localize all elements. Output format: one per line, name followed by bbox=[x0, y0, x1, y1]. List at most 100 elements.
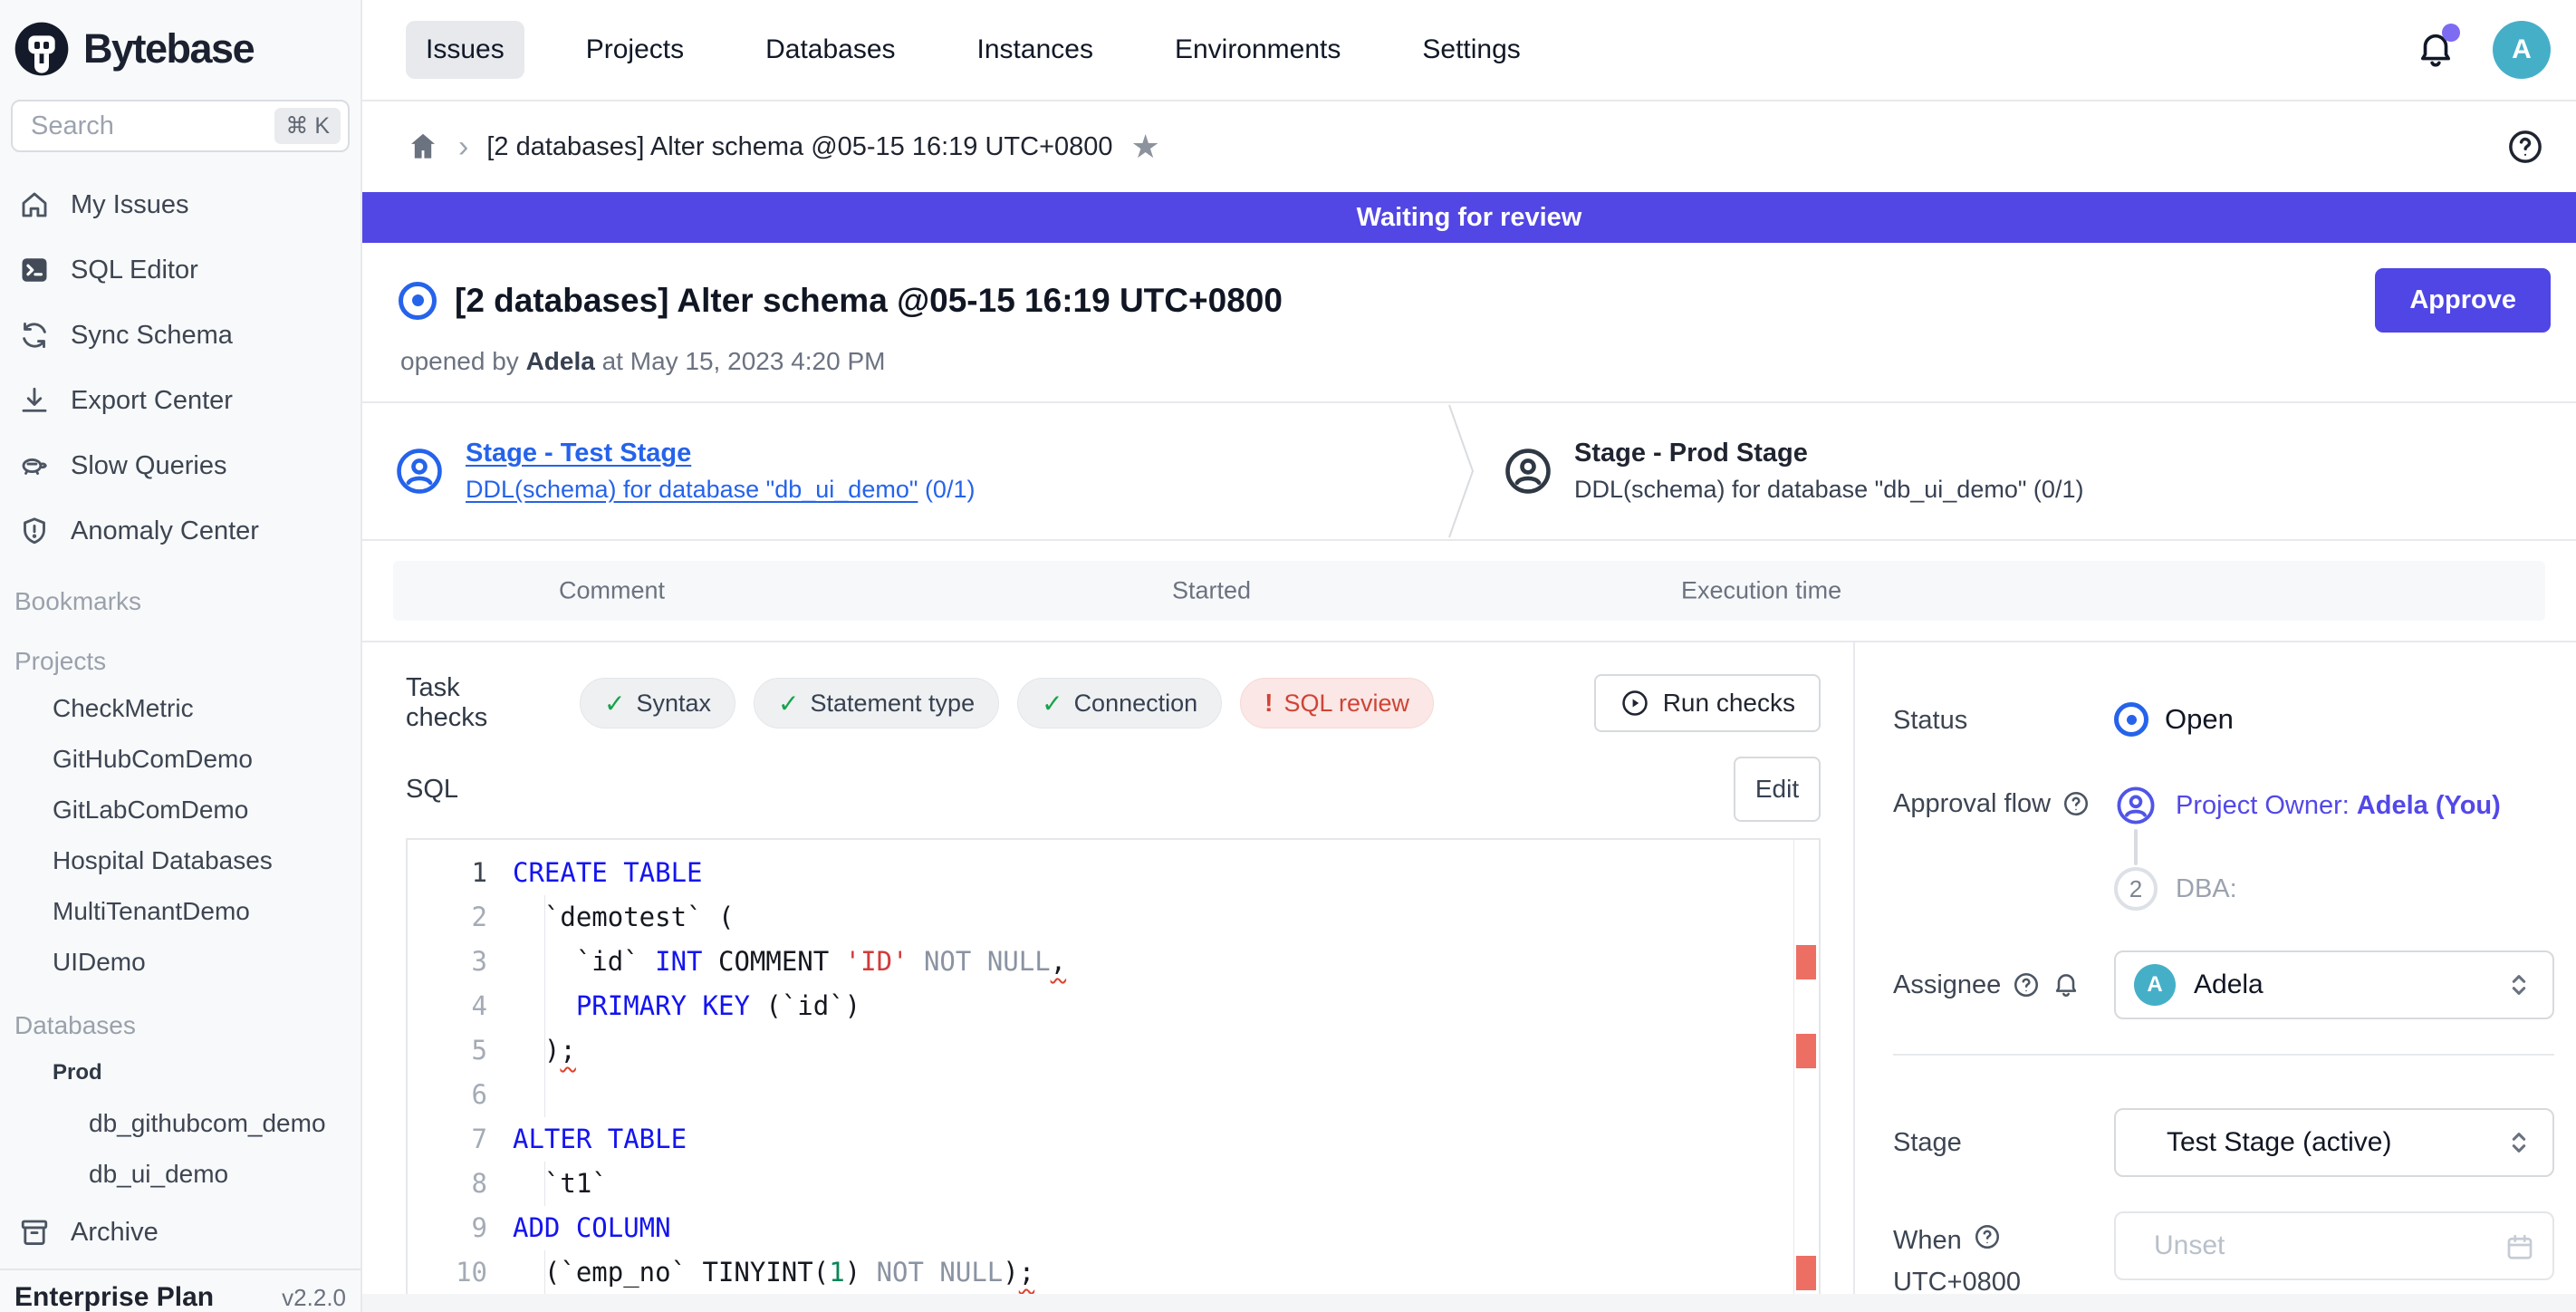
tab-issues[interactable]: Issues bbox=[406, 21, 524, 79]
assignee-select[interactable]: A Adela bbox=[2114, 950, 2554, 1019]
approve-button[interactable]: Approve bbox=[2375, 268, 2551, 333]
bytebase-app: Bytebase ⌘ K My IssuesSQL EditorSync Sch… bbox=[0, 0, 2576, 1312]
issue-title: [2 databases] Alter schema @05-15 16:19 … bbox=[455, 282, 1283, 320]
sidebar-item-label: SQL Editor bbox=[71, 256, 198, 285]
sidebar-item-sql-editor[interactable]: SQL Editor bbox=[0, 237, 360, 303]
code-text: PRIMARY KEY (`id`) bbox=[513, 984, 860, 1028]
sidebar: Bytebase ⌘ K My IssuesSQL EditorSync Sch… bbox=[0, 0, 362, 1312]
assignee-row: Assignee bbox=[1893, 950, 2554, 1019]
code-text: ALTER TABLE bbox=[513, 1117, 687, 1162]
notifications-button[interactable] bbox=[2415, 29, 2456, 71]
assignee-label: Assignee bbox=[1893, 950, 2114, 1019]
run-checks-button[interactable]: Run checks bbox=[1594, 674, 1821, 732]
sidebar-item-anomaly-center[interactable]: Anomaly Center bbox=[0, 498, 360, 564]
run-checks-label: Run checks bbox=[1663, 689, 1795, 718]
tab-databases[interactable]: Databases bbox=[745, 21, 915, 79]
star-icon[interactable]: ★ bbox=[1131, 128, 1160, 166]
stage-task-link[interactable]: DDL(schema) for database "db_ui_demo" (0… bbox=[466, 476, 975, 504]
check-syntax[interactable]: ✓Syntax bbox=[580, 678, 735, 728]
when-datetime-input[interactable] bbox=[2116, 1213, 2552, 1278]
approval-step-1: Project Owner: Adela (You) bbox=[2114, 784, 2554, 827]
sidebar-item-sync-schema[interactable]: Sync Schema bbox=[0, 303, 360, 368]
approval-step-text: Project Owner: Adela (You) bbox=[2176, 791, 2501, 821]
code-line-7: 7ALTER TABLE bbox=[408, 1117, 1819, 1162]
user-avatar[interactable]: A bbox=[2493, 21, 2551, 79]
line-number: 10 bbox=[408, 1250, 487, 1295]
check-connection[interactable]: ✓Connection bbox=[1017, 678, 1222, 728]
sidebar-database-db-githubcom-demo[interactable]: db_githubcom_demo bbox=[0, 1098, 360, 1149]
stage-label: Stage bbox=[1893, 1108, 2114, 1177]
tab-environments[interactable]: Environments bbox=[1155, 21, 1360, 79]
sidebar-item-my-issues[interactable]: My Issues bbox=[0, 172, 360, 237]
home-icon bbox=[18, 188, 51, 221]
code-line-5: 5 ); bbox=[408, 1028, 1819, 1073]
home-icon[interactable] bbox=[406, 130, 440, 164]
tab-settings[interactable]: Settings bbox=[1402, 21, 1540, 79]
status-open-icon bbox=[2114, 702, 2148, 737]
sidebar-item-slow-queries[interactable]: Slow Queries bbox=[0, 433, 360, 498]
person-circle-icon bbox=[2114, 784, 2158, 827]
sidebar-project-githubcomdemo[interactable]: GitHubComDemo bbox=[0, 734, 360, 785]
stage-select[interactable]: Test Stage (active) bbox=[2114, 1108, 2554, 1177]
sidebar-project-uidemo[interactable]: UIDemo bbox=[0, 937, 360, 988]
sidebar-project-hospital-databases[interactable]: Hospital Databases bbox=[0, 835, 360, 886]
sql-header-row: SQL Edit bbox=[406, 757, 1821, 822]
when-datetime-input-wrap bbox=[2114, 1211, 2554, 1280]
line-number: 1 bbox=[408, 851, 487, 895]
sync-icon bbox=[18, 319, 51, 352]
code-text: `demotest` ( bbox=[513, 895, 734, 940]
approval-step-text: DBA: bbox=[2176, 874, 2237, 904]
issue-open-icon bbox=[399, 282, 437, 320]
check-label: SQL review bbox=[1284, 690, 1410, 718]
issue-author: Adela bbox=[526, 347, 595, 375]
code-text: `id` INT COMMENT 'ID' NOT NULL, bbox=[513, 940, 1066, 984]
stage-pipeline: Stage - Test Stage DDL(schema) for databa… bbox=[362, 401, 2576, 541]
turtle-icon bbox=[18, 449, 51, 482]
stage-name: Stage - Test Stage bbox=[466, 439, 975, 468]
export-icon bbox=[18, 384, 51, 417]
sidebar-project-checkmetric[interactable]: CheckMetric bbox=[0, 683, 360, 734]
code-line-6: 6 bbox=[408, 1073, 1819, 1117]
breadcrumb-separator: › bbox=[458, 130, 468, 165]
indent-guide bbox=[544, 984, 545, 1028]
sidebar-item-label: Anomaly Center bbox=[71, 516, 259, 546]
when-help-icon[interactable] bbox=[1973, 1222, 2002, 1259]
assignee-value: Adela bbox=[2194, 970, 2264, 1000]
sidebar-item-archive[interactable]: Archive bbox=[0, 1200, 360, 1265]
approval-role: DBA: bbox=[2176, 874, 2237, 903]
assignee-help-icon[interactable] bbox=[2012, 970, 2041, 1007]
assignee-notify-icon[interactable] bbox=[2052, 970, 2081, 1007]
assignee-avatar: A bbox=[2134, 964, 2176, 1006]
sql-editor[interactable]: 1CREATE TABLE2 `demotest` (3 `id` INT CO… bbox=[406, 838, 1821, 1302]
topbar-right: A bbox=[2415, 21, 2551, 79]
task-checks-label: Task checks bbox=[406, 673, 543, 733]
sidebar-item-label: Export Center bbox=[71, 386, 233, 416]
top-tabs: Issues Projects Databases Instances Environm… bbox=[406, 21, 1541, 79]
sidebar-database-db-ui-demo[interactable]: db_ui_demo bbox=[0, 1149, 360, 1200]
stage-card-stage-test-stage[interactable]: Stage - Test Stage DDL(schema) for databa… bbox=[393, 403, 975, 539]
approval-help-icon[interactable] bbox=[2062, 789, 2091, 825]
line-number: 4 bbox=[408, 984, 487, 1028]
sidebar-item-export-center[interactable]: Export Center bbox=[0, 368, 360, 433]
top-navbar: Issues Projects Databases Instances Environm… bbox=[362, 0, 2576, 101]
status-value: Open bbox=[2114, 700, 2554, 737]
chevron-up-down-icon bbox=[2504, 970, 2534, 1000]
sidebar-project-multitenantdemo[interactable]: MultiTenantDemo bbox=[0, 886, 360, 937]
bottom-strip bbox=[362, 1294, 2576, 1312]
logo-text: Bytebase bbox=[83, 25, 254, 72]
edit-sql-button[interactable]: Edit bbox=[1734, 757, 1821, 822]
check-sql-review[interactable]: !SQL review bbox=[1240, 678, 1434, 728]
approval-flow-row: Approval flow Project Owner: Adela (You)… bbox=[1893, 784, 2554, 911]
logo[interactable]: Bytebase bbox=[0, 0, 360, 91]
tab-projects[interactable]: Projects bbox=[566, 21, 704, 79]
code-line-4: 4 PRIMARY KEY (`id`) bbox=[408, 984, 1819, 1028]
plan-version: v2.2.0 bbox=[282, 1284, 346, 1312]
help-button[interactable] bbox=[2505, 127, 2545, 167]
sidebar-project-gitlabcomdemo[interactable]: GitLabComDemo bbox=[0, 785, 360, 835]
error-marker-line-10 bbox=[1796, 1256, 1816, 1290]
indent-guide bbox=[544, 1162, 545, 1206]
check-statement-type[interactable]: ✓Statement type bbox=[754, 678, 999, 728]
stage-card-stage-prod-stage[interactable]: Stage - Prod StageDDL(schema) for databa… bbox=[1502, 403, 2083, 539]
bookmarks-header: Bookmarks bbox=[0, 564, 360, 623]
tab-instances[interactable]: Instances bbox=[957, 21, 1113, 79]
